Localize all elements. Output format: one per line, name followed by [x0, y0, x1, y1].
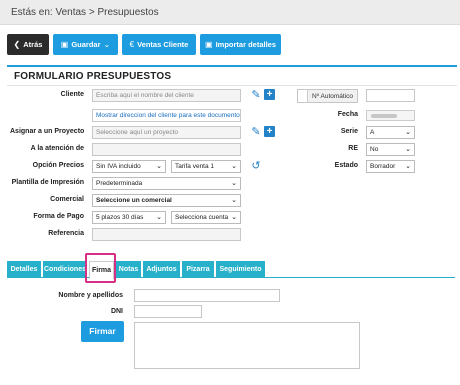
status-label: Estado: [334, 162, 358, 169]
dni-input[interactable]: [134, 305, 202, 318]
import-details-button[interactable]: ▣ Importar detalles: [200, 34, 281, 55]
signature-pad[interactable]: [134, 322, 360, 369]
project-input[interactable]: Seleccione aquí un proyecto: [92, 126, 241, 139]
back-button[interactable]: ❮ Atrás: [7, 34, 49, 55]
salesperson-select[interactable]: Seleccione un comercial ⌄: [92, 194, 241, 207]
auto-number-toggle[interactable]: Nº Automático: [297, 89, 358, 103]
serie-select[interactable]: A ⌄: [366, 126, 415, 139]
chevron-down-icon: ⌄: [405, 146, 411, 153]
edit-icon[interactable]: ✎: [250, 126, 262, 138]
payment-label: Forma de Pago: [33, 213, 84, 220]
re-select[interactable]: No ⌄: [366, 143, 415, 156]
chevron-down-icon: ⌄: [405, 163, 411, 170]
page-title: FORMULARIO PRESUPUESTOS: [14, 71, 172, 82]
chevron-down-icon: ⌄: [405, 129, 411, 136]
save-button[interactable]: ▣ Guardar ⌄: [53, 34, 118, 55]
chevron-down-icon: ⌄: [156, 163, 162, 170]
reference-label: Referencia: [48, 230, 84, 237]
attention-label: A la atención de: [30, 145, 84, 152]
plus-icon[interactable]: +: [264, 126, 275, 137]
history-icon[interactable]: ↺: [250, 160, 262, 172]
breadcrumb-text: Estás en: Ventas > Presupuestos: [11, 7, 159, 18]
status-select[interactable]: Borrador ⌄: [366, 160, 415, 173]
serie-label: Serie: [340, 128, 358, 135]
date-input[interactable]: [366, 110, 415, 121]
tab-condiciones[interactable]: Condiciones: [43, 261, 87, 278]
tab-adjuntos[interactable]: Adjuntos: [143, 261, 180, 278]
chevron-down-icon: ⌄: [231, 163, 237, 170]
number-input[interactable]: [366, 89, 415, 102]
save-icon: ▣: [60, 40, 69, 49]
sign-button[interactable]: Firmar: [81, 321, 124, 342]
price-option-label: Opción Precios: [32, 162, 84, 169]
address-link-box[interactable]: Mostrar direccion del cliente para este …: [92, 109, 241, 122]
dni-label: DNI: [110, 308, 123, 315]
tab-pizarra[interactable]: Pizarra: [182, 261, 214, 278]
re-label: RE: [348, 145, 358, 152]
tab-bar: Detalles Condiciones Firma Notas Adjunto…: [7, 260, 455, 279]
toggle-knob: [298, 90, 308, 102]
client-sales-button[interactable]: € Ventas Cliente: [122, 34, 196, 55]
tab-highlight: [85, 253, 116, 283]
tab-seguimiento[interactable]: Seguimiento: [216, 261, 265, 278]
form-title-bar: FORMULARIO PRESUPUESTOS: [7, 65, 457, 86]
chevron-down-icon: ⌄: [231, 180, 237, 187]
edit-icon[interactable]: ✎: [250, 89, 262, 101]
euro-icon: €: [129, 40, 135, 49]
account-select[interactable]: Selecciona cuenta ⌄: [171, 211, 241, 224]
save-icon: ▣: [205, 40, 213, 49]
full-name-input[interactable]: [134, 289, 280, 302]
rate-select[interactable]: Tarifa venta 1 ⌄: [171, 160, 241, 173]
blurred-value: [371, 114, 397, 118]
price-option-select[interactable]: Sin IVA incluido ⌄: [92, 160, 166, 173]
chevron-down-icon: ⌄: [231, 214, 237, 221]
plus-icon[interactable]: +: [264, 89, 275, 100]
chevron-down-icon: ⌄: [103, 40, 111, 49]
tab-notas[interactable]: Notas: [116, 261, 141, 278]
date-label: Fecha: [337, 111, 358, 118]
breadcrumb: Estás en: Ventas > Presupuestos: [0, 0, 460, 25]
chevron-down-icon: ⌄: [156, 214, 162, 221]
client-input[interactable]: Escriba aquí el nombre del cliente: [92, 89, 241, 102]
reference-input[interactable]: [92, 228, 241, 241]
tab-detalles[interactable]: Detalles: [7, 261, 41, 278]
payment-select[interactable]: 5 plazos 30 días ⌄: [92, 211, 166, 224]
chevron-down-icon: ⌄: [231, 197, 237, 204]
attention-input[interactable]: [92, 143, 241, 156]
template-label: Plantilla de Impresión: [11, 179, 84, 186]
client-label: Cliente: [60, 91, 84, 98]
chevron-left-icon: ❮: [13, 40, 21, 49]
template-select[interactable]: Predeterminada ⌄: [92, 177, 241, 190]
salesperson-label: Comercial: [50, 196, 84, 203]
full-name-label: Nombre y apellidos: [58, 292, 123, 299]
project-label: Asignar a un Proyecto: [10, 128, 85, 135]
